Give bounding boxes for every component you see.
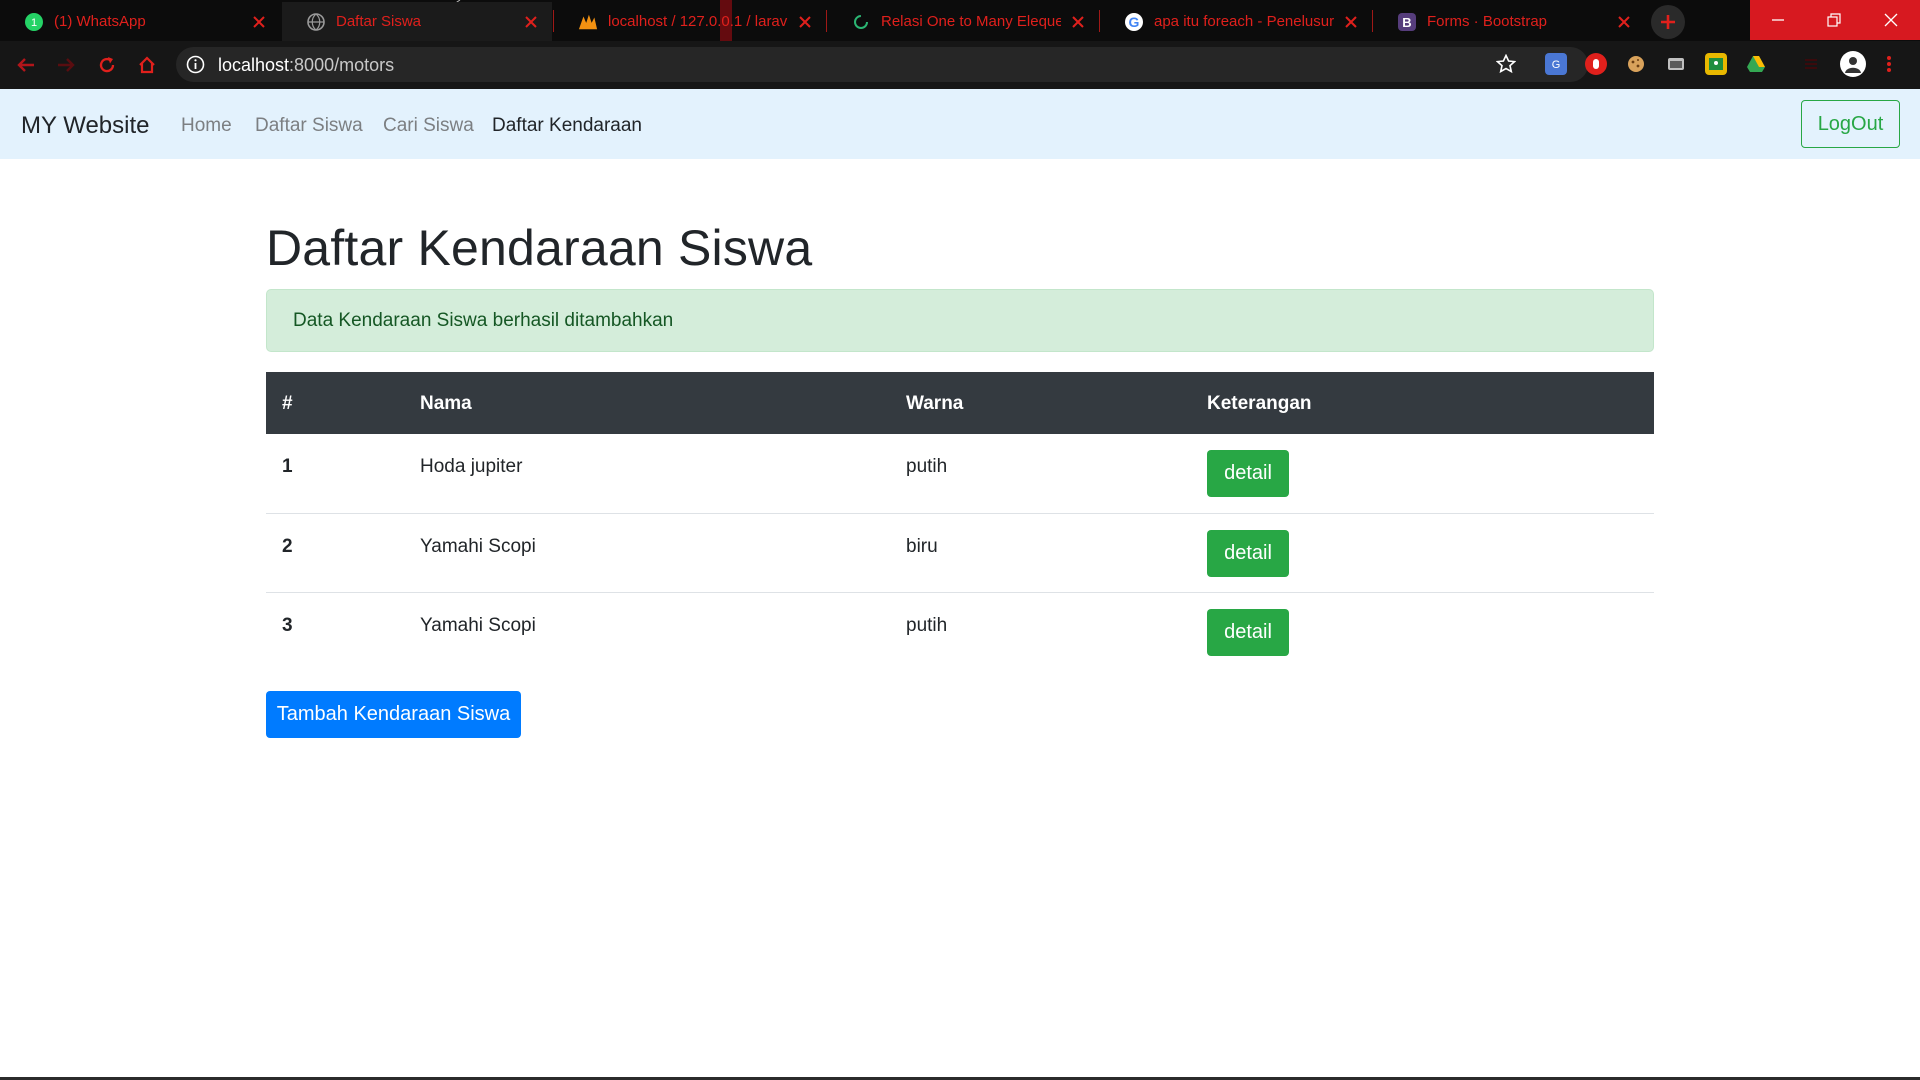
column-header-nama: Nama <box>420 393 472 414</box>
detail-button[interactable]: detail <box>1207 530 1289 577</box>
cookie-extension-icon[interactable] <box>1625 53 1647 75</box>
arrow-left-icon <box>17 58 34 72</box>
row-number: 1 <box>282 456 293 477</box>
plus-icon <box>1661 15 1675 29</box>
logout-button[interactable]: LogOut <box>1801 100 1900 148</box>
table-row: 1 Hoda jupiter putih detail <box>266 434 1654 513</box>
alert-message: Data Kendaraan Siswa berhasil ditambahka… <box>293 309 674 331</box>
phpmyadmin-icon <box>578 12 598 32</box>
url-path: :8000/motors <box>289 55 395 75</box>
restore-icon <box>1827 13 1841 27</box>
google-icon: G <box>1124 12 1144 32</box>
browser-tab-strip: 1 (1) WhatsApp Daftar Siswa localhost / … <box>0 0 1920 41</box>
reload-icon <box>99 57 115 73</box>
nav-link-home[interactable]: Home <box>181 115 232 137</box>
close-icon[interactable] <box>1615 13 1633 31</box>
nav-link-daftar-kendaraan[interactable]: Daftar Kendaraan <box>492 115 642 137</box>
nav-link-cari-siswa[interactable]: Cari Siswa <box>383 115 474 137</box>
svg-text:G: G <box>1129 14 1140 30</box>
tab-title: (1) WhatsApp <box>54 13 146 30</box>
forward-button[interactable] <box>54 53 78 77</box>
restore-button[interactable] <box>1806 0 1862 40</box>
minimize-icon <box>1772 19 1784 21</box>
svg-text:B: B <box>1402 15 1411 30</box>
url-host: localhost <box>218 55 290 75</box>
close-icon[interactable] <box>1069 13 1087 31</box>
translate-extension-icon[interactable]: G <box>1545 53 1567 75</box>
home-button[interactable] <box>135 53 159 77</box>
row-warna: putih <box>906 615 948 636</box>
bootstrap-icon: B <box>1397 12 1417 32</box>
home-icon <box>139 56 155 74</box>
tab-title: Forms · Bootstrap <box>1427 13 1548 30</box>
row-number: 3 <box>282 615 293 636</box>
column-header-keterangan: Keterangan <box>1207 393 1312 414</box>
table-header: # Nama Warna Keterangan <box>266 372 1654 434</box>
reload-button[interactable] <box>95 53 119 77</box>
row-warna: biru <box>906 536 938 557</box>
row-nama: Hoda jupiter <box>420 456 523 477</box>
page-title: Daftar Kendaraan Siswa <box>266 220 813 276</box>
row-nama: Yamahi Scopi <box>420 536 536 557</box>
menu-extension-icon[interactable] <box>1800 53 1822 75</box>
tab-title: apa itu foreach - Penelusuran <box>1154 13 1334 30</box>
globe-icon <box>306 12 326 32</box>
close-icon[interactable] <box>522 13 540 31</box>
close-icon <box>1884 13 1898 27</box>
new-tab-button[interactable] <box>1651 5 1685 39</box>
kebab-menu-icon[interactable] <box>1883 53 1895 75</box>
success-alert: Data Kendaraan Siswa berhasil ditambahka… <box>266 289 1654 352</box>
url-text[interactable]: localhost:8000/motors <box>218 55 394 76</box>
column-header-number: # <box>282 393 293 414</box>
window-extension-icon[interactable] <box>1665 53 1687 75</box>
row-warna: putih <box>906 456 948 477</box>
tab-title: localhost / 127.0.0.1 / laravel <box>608 13 788 30</box>
close-icon[interactable] <box>1342 13 1360 31</box>
svg-text:1: 1 <box>31 17 37 29</box>
classroom-extension-icon[interactable] <box>1705 53 1727 75</box>
site-brand[interactable]: MY Website <box>21 112 150 140</box>
whatsapp-icon: 1 <box>24 12 44 32</box>
column-header-warna: Warna <box>906 393 964 414</box>
table-row: 3 Yamahi Scopi putih detail <box>266 592 1654 671</box>
tab-title: Relasi One to Many Elequent <box>881 13 1061 30</box>
svg-text:G: G <box>1552 59 1561 71</box>
row-number: 2 <box>282 536 293 557</box>
add-vehicle-button[interactable]: Tambah Kendaraan Siswa <box>266 691 521 738</box>
tab-title: Daftar Siswa <box>336 13 422 30</box>
row-nama: Yamahi Scopi <box>420 615 536 636</box>
close-icon[interactable] <box>250 13 268 31</box>
info-icon[interactable] <box>186 55 205 74</box>
hand-extension-icon[interactable] <box>1585 53 1607 75</box>
loading-icon <box>851 12 871 32</box>
minimize-button[interactable] <box>1750 0 1806 40</box>
drive-extension-icon[interactable] <box>1745 53 1767 75</box>
nav-link-daftar-siswa[interactable]: Daftar Siswa <box>255 115 363 137</box>
tab-daftar-siswa[interactable]: Daftar Siswa <box>282 2 552 41</box>
table-row: 2 Yamahi Scopi biru detail <box>266 513 1654 592</box>
tab-whatsapp[interactable]: 1 (1) WhatsApp <box>0 2 280 41</box>
arrow-right-icon <box>58 58 75 72</box>
profile-avatar-icon[interactable] <box>1840 51 1866 77</box>
close-icon[interactable] <box>796 13 814 31</box>
detail-button[interactable]: detail <box>1207 450 1289 497</box>
tab-google-search[interactable]: G apa itu foreach - Penelusuran <box>1100 2 1372 41</box>
tab-relasi[interactable]: Relasi One to Many Elequent <box>827 2 1099 41</box>
close-window-button[interactable] <box>1862 0 1920 40</box>
tab-phpmyadmin[interactable]: localhost / 127.0.0.1 / laravel <box>554 2 826 41</box>
back-button[interactable] <box>14 53 38 77</box>
detail-button[interactable]: detail <box>1207 609 1289 656</box>
tab-bootstrap-forms[interactable]: B Forms · Bootstrap <box>1373 2 1645 41</box>
bookmark-star-icon[interactable] <box>1496 54 1516 74</box>
